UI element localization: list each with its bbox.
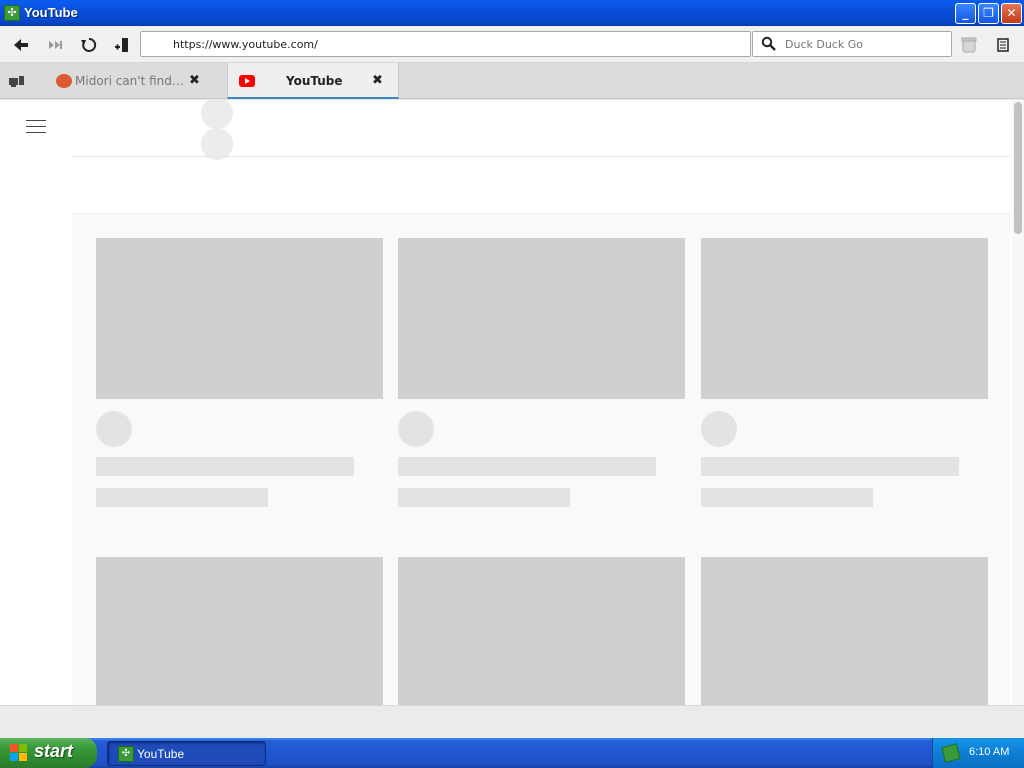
tab-list-icon[interactable] [8, 73, 26, 89]
minimize-button[interactable]: _ [955, 3, 976, 24]
system-tray: 6:10 AM [932, 738, 1024, 768]
midori-app-icon: ✣ [118, 746, 134, 762]
skeleton-avatar [701, 411, 737, 447]
taskbar-item-label: YouTube [137, 747, 185, 761]
skeleton-thumbnail [398, 557, 685, 705]
window-titlebar[interactable]: ✣ YouTube _ ❐ ✕ [0, 0, 1024, 26]
taskbar-item-youtube[interactable]: ✣ YouTube [107, 741, 266, 766]
maximize-button[interactable]: ❐ [978, 3, 999, 24]
close-tab-icon[interactable]: ✖ [189, 73, 200, 88]
skeleton-meta-line [96, 488, 268, 507]
url-input[interactable] [171, 35, 731, 53]
tab-midori-error[interactable]: Midori can't find ... ✖ [46, 63, 226, 99]
navigation-toolbar [0, 26, 1024, 63]
search-icon [761, 36, 777, 52]
close-tab-icon[interactable]: ✖ [372, 73, 383, 88]
video-grid [72, 214, 1010, 705]
status-bar [0, 705, 1024, 738]
windows-logo-icon [10, 744, 28, 762]
skeleton-title-line [96, 457, 354, 476]
midori-app-icon: ✣ [4, 5, 20, 21]
tab-youtube[interactable]: YouTube ✖ [227, 63, 399, 99]
search-input[interactable] [783, 35, 943, 53]
network-tray-icon[interactable] [941, 743, 961, 763]
clock: 6:10 AM [969, 746, 1010, 758]
start-button[interactable]: start [0, 738, 97, 768]
fast-forward-icon[interactable] [44, 34, 66, 56]
taskbar: start ✣ YouTube 6:10 AM [0, 738, 1024, 768]
skeleton-avatar [398, 411, 434, 447]
duckduckgo-icon [56, 74, 72, 88]
vertical-scrollbar[interactable] [1012, 100, 1024, 705]
window-title: YouTube [24, 5, 78, 20]
tab-label: Midori can't find ... [75, 74, 185, 88]
reload-icon[interactable] [78, 34, 100, 56]
back-arrow-icon[interactable] [10, 34, 32, 56]
masthead-divider [72, 156, 1010, 157]
skeleton-meta-line [398, 488, 570, 507]
youtube-icon [239, 75, 255, 87]
tab-label: YouTube [286, 74, 343, 88]
skeleton-thumbnail [398, 238, 685, 399]
trash-icon[interactable] [958, 34, 980, 56]
web-content[interactable] [0, 100, 1024, 705]
skeleton-thumbnail [701, 557, 988, 705]
search-bar[interactable] [752, 31, 952, 57]
skeleton-thumbnail [96, 238, 383, 399]
skeleton-title-line [701, 457, 959, 476]
start-label: start [34, 741, 74, 761]
skeleton-logo-placeholder [201, 100, 233, 129]
close-button[interactable]: ✕ [1001, 3, 1022, 24]
hamburger-menu-icon[interactable] [26, 120, 46, 134]
skeleton-thumbnail [96, 557, 383, 705]
scrollbar-thumb[interactable] [1014, 102, 1022, 234]
add-bookmark-icon[interactable] [111, 34, 133, 56]
app-menu-icon[interactable] [992, 34, 1014, 56]
tab-bar: Midori can't find ... ✖ YouTube ✖ [0, 63, 1024, 99]
skeleton-title-line [398, 457, 656, 476]
skeleton-thumbnail [701, 238, 988, 399]
skeleton-avatar [96, 411, 132, 447]
address-bar[interactable] [140, 31, 751, 57]
skeleton-meta-line [701, 488, 873, 507]
